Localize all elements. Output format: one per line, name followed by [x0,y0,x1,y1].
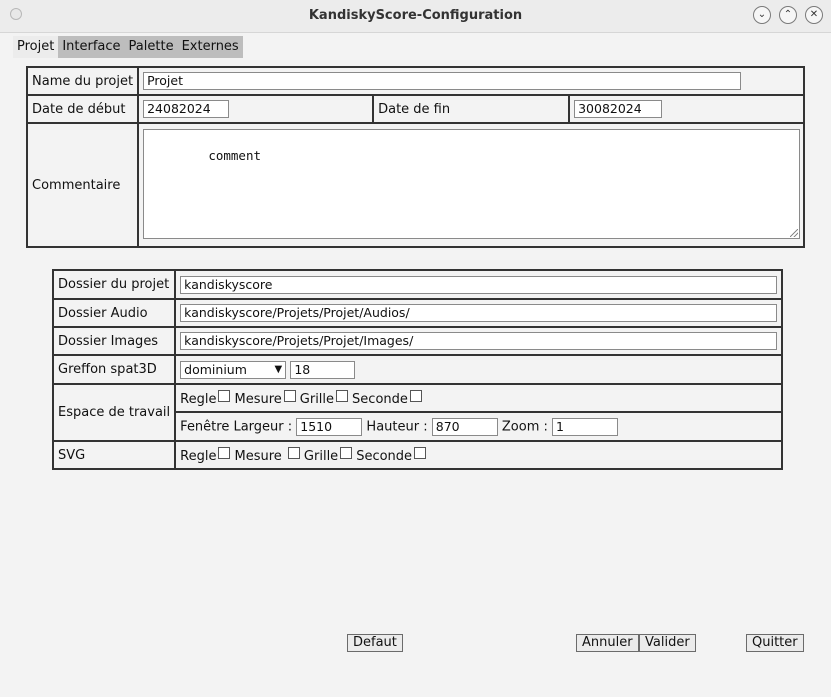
svg-ruler-label: Regle [180,448,217,464]
height-input[interactable]: 870 [431,417,498,436]
maximize-icon[interactable]: ⌃ [779,6,797,24]
audio-folder-input[interactable]: kandiskyscore/Projets/Projet/Audios/ [180,304,778,322]
zoom-label: Zoom : [501,419,548,434]
workspace-measure-label: Mesure [234,391,282,407]
start-date-input[interactable]: 24082024 [143,100,230,118]
comment-label: Commentaire [25,122,140,248]
zoom-input[interactable]: 1 [552,417,619,436]
validate-button[interactable]: Valider [639,634,696,652]
spat3d-number-input[interactable]: 18 [290,360,356,379]
project-name-label: Name du projet [25,66,140,96]
spat3d-plugin-select[interactable]: dominium ▼ [180,360,287,379]
tab-palette[interactable]: Palette [125,36,178,58]
comment-text: comment [208,148,261,163]
window-title: KandiskyScore-Configuration [308,8,523,23]
workspace-ruler-checkbox[interactable] [218,389,231,402]
workspace-ruler-label: Regle [180,391,217,407]
workspace-grid-label: Grille [299,391,335,407]
svg-second-checkbox[interactable] [414,446,427,459]
quit-button[interactable]: Quitter [746,634,804,652]
svg-second-label: Seconde [356,448,413,464]
spat3d-plugin-value: dominium [184,361,247,377]
tab-projet[interactable]: Projet [13,36,59,58]
svg-label: SVG [51,440,177,470]
close-icon[interactable]: ✕ [805,6,823,24]
project-folder-label: Dossier du projet [51,269,177,300]
title-bar: KandiskyScore-Configuration ⌄ ⌃ ✕ [0,0,831,33]
project-folder-input[interactable]: kandiskyscore [180,275,778,294]
tab-interface[interactable]: Interface [58,36,124,58]
images-folder-input[interactable]: kandiskyscore/Projets/Projet/Images/ [180,332,778,350]
cancel-button[interactable]: Annuler [576,634,639,652]
workspace-second-checkbox[interactable] [409,389,422,402]
default-button[interactable]: Defaut [347,634,403,652]
workspace-measure-checkbox[interactable] [283,389,296,402]
svg-measure-checkbox[interactable] [287,446,300,459]
svg-ruler-checkbox[interactable] [218,446,231,459]
window-width-input[interactable]: 1510 [296,417,363,436]
tab-externes[interactable]: Externes [178,36,243,58]
minimize-icon[interactable]: ⌄ [753,6,771,24]
window-width-label: Fenêtre Largeur : [180,419,293,434]
end-date-input[interactable]: 30082024 [574,100,663,118]
folders-table: Dossier du projet kandiskyscore Dossier … [51,269,784,470]
project-info-table: Name du projet Projet Date de début 2408… [25,66,805,248]
comment-textarea[interactable]: comment [143,129,800,239]
start-date-label: Date de début [25,94,140,124]
end-date-label: Date de fin [372,94,571,124]
svg-grid-label: Grille [303,448,339,464]
images-folder-label: Dossier Images [51,326,177,356]
workspace-grid-checkbox[interactable] [336,389,349,402]
height-label: Hauteur : [366,419,428,434]
svg-grid-checkbox[interactable] [340,446,353,459]
chevron-down-icon: ▼ [274,363,283,375]
tab-bar: Projet Interface Palette Externes [13,36,243,58]
workspace-label: Espace de travail [51,383,177,442]
spat3d-plugin-label: Greffon spat3D [51,354,177,385]
workspace-second-label: Seconde [352,391,408,407]
audio-folder-label: Dossier Audio [51,298,177,328]
project-name-input[interactable]: Projet [143,72,742,90]
resize-grip-icon[interactable] [790,229,798,237]
svg-measure-label: Mesure [234,448,282,464]
